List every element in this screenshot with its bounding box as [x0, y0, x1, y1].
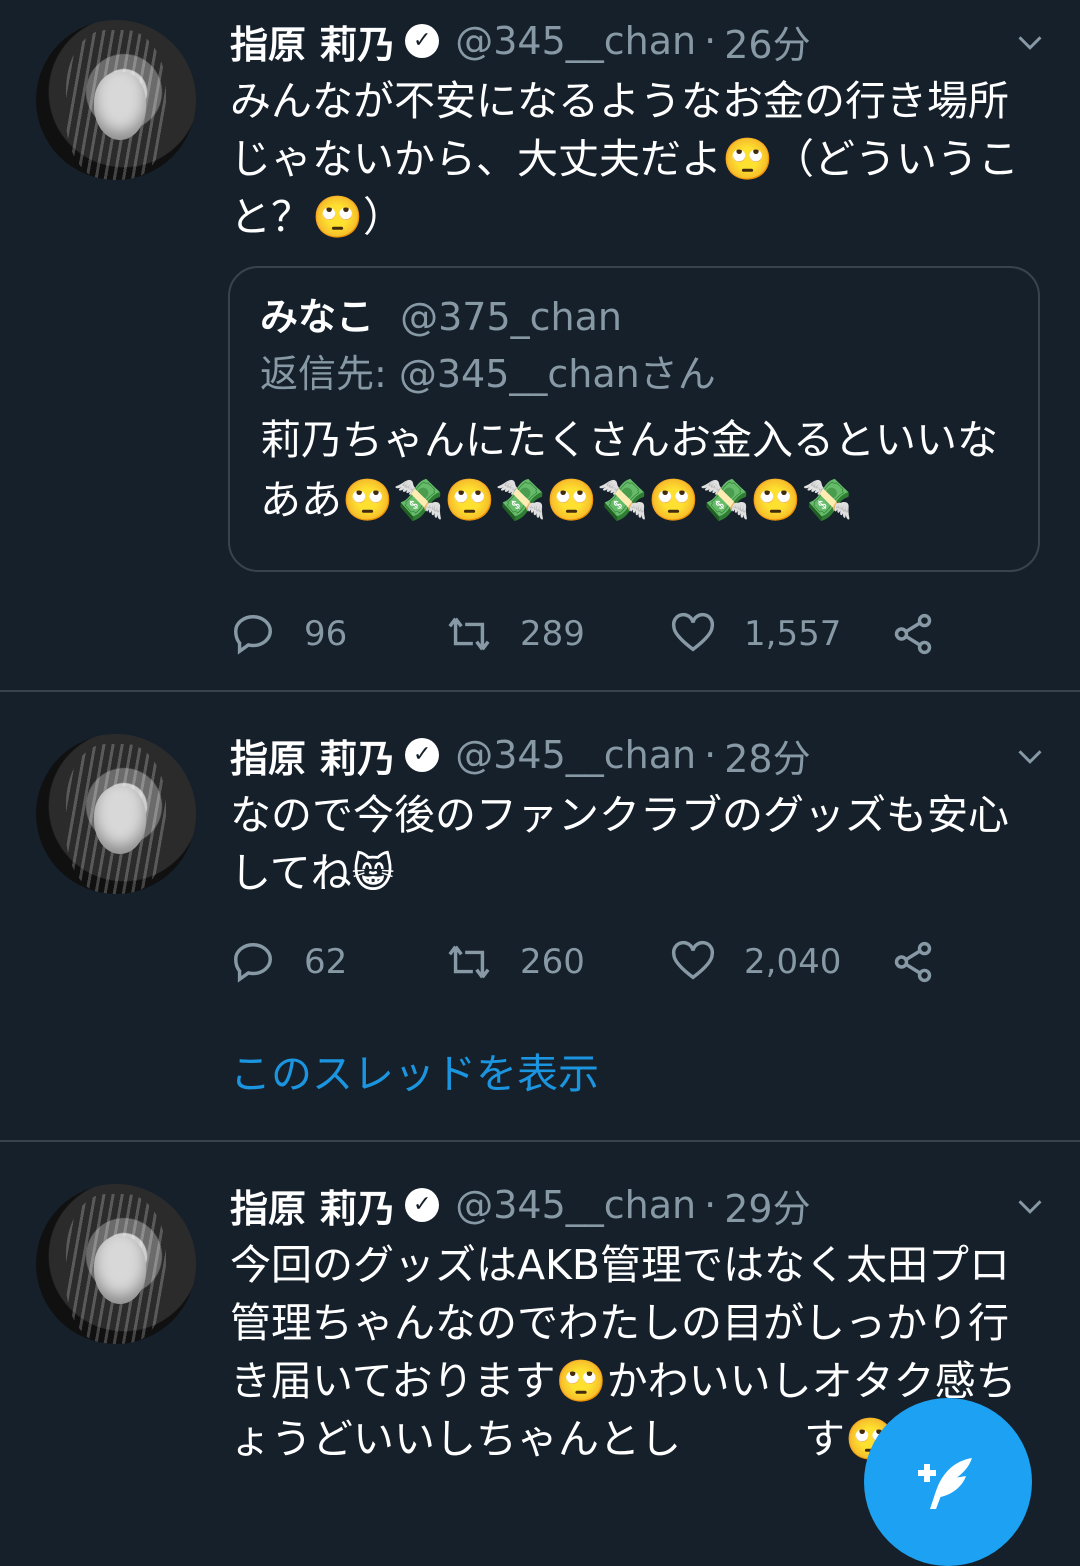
- show-thread-link[interactable]: このスレッドを表示: [230, 1040, 599, 1100]
- retweet-button[interactable]: 260: [446, 932, 585, 992]
- quote-author-name: みなこ: [260, 295, 375, 339]
- author-handle[interactable]: @345__chan: [455, 733, 696, 777]
- chevron-down-icon[interactable]: [1016, 28, 1044, 56]
- like-count: 1,557: [744, 614, 842, 654]
- like-button[interactable]: 2,040: [670, 932, 841, 992]
- avatar[interactable]: [36, 20, 196, 180]
- compose-tweet-button[interactable]: [864, 1398, 1032, 1566]
- separator-dot: ·: [704, 19, 717, 63]
- share-button[interactable]: [890, 932, 964, 992]
- chevron-down-icon[interactable]: [1016, 1192, 1044, 1220]
- verified-badge-icon: ✓: [405, 24, 440, 58]
- tweet-text: なので今後のファンクラブのグッズも安心してね😸: [230, 791, 1009, 897]
- share-button[interactable]: [890, 604, 964, 664]
- reply-button[interactable]: 96: [230, 604, 347, 664]
- heart-icon: [671, 612, 715, 652]
- quote-reply-to: 返信先: @345__chanさん: [260, 352, 716, 396]
- retweet-button[interactable]: 289: [446, 604, 585, 664]
- like-count: 2,040: [744, 942, 842, 982]
- author-name[interactable]: 指原 莉乃: [230, 728, 395, 783]
- tweet-actions: 96 289 1,557: [230, 604, 990, 664]
- author-name[interactable]: 指原 莉乃: [230, 14, 395, 69]
- tweet-text: みんなが不安になるようなお金の行き場所じゃないから、大丈夫だよ🙄（どういうこと？…: [230, 77, 1020, 241]
- compose-tweet-icon: [918, 1458, 972, 1509]
- reply-button[interactable]: 62: [230, 932, 347, 992]
- avatar[interactable]: [36, 1184, 196, 1344]
- share-icon: [894, 941, 932, 983]
- avatar[interactable]: [36, 734, 196, 894]
- tweet-actions: 62 260 2,040: [230, 932, 990, 992]
- like-button[interactable]: 1,557: [670, 604, 841, 664]
- tweet-time[interactable]: 29分: [724, 1178, 810, 1233]
- reply-icon: [234, 615, 272, 655]
- retweet-count: 260: [520, 942, 585, 982]
- verified-badge-icon: ✓: [405, 1188, 440, 1222]
- tweet-time[interactable]: 26分: [724, 14, 810, 69]
- tweet-time[interactable]: 28分: [724, 728, 810, 783]
- tweet-header: 指原 莉乃 ✓ @345__chan · 26分: [230, 14, 811, 69]
- author-handle[interactable]: @345__chan: [455, 1183, 696, 1227]
- retweet-icon: [448, 617, 490, 651]
- heart-icon: [671, 940, 715, 980]
- quote-text: 莉乃ちゃんにたくさんお金入るといいなああ🙄💸🙄💸🙄💸🙄💸🙄💸: [260, 416, 998, 524]
- share-icon: [894, 613, 932, 655]
- chevron-down-icon[interactable]: [1016, 742, 1044, 770]
- tweet-divider: [0, 690, 1080, 692]
- author-name[interactable]: 指原 莉乃: [230, 1178, 395, 1233]
- separator-dot: ·: [704, 1183, 717, 1227]
- separator-dot: ·: [704, 733, 717, 777]
- quoted-tweet[interactable]: みなこ @375_chan 返信先: @345__chanさん 莉乃ちゃんにたく…: [228, 266, 1040, 572]
- quote-header: みなこ @375_chan: [260, 290, 1008, 344]
- tweet-divider: [0, 1140, 1080, 1142]
- verified-badge-icon: ✓: [405, 738, 440, 772]
- retweet-icon: [448, 945, 490, 979]
- reply-icon: [234, 943, 272, 983]
- quote-author-handle: @375_chan: [400, 295, 622, 339]
- retweet-count: 289: [520, 614, 585, 654]
- tweet-header: 指原 莉乃 ✓ @345__chan · 28分: [230, 728, 811, 783]
- reply-count: 62: [304, 942, 348, 982]
- reply-count: 96: [304, 614, 348, 654]
- author-handle[interactable]: @345__chan: [455, 19, 696, 63]
- tweet-header: 指原 莉乃 ✓ @345__chan · 29分: [230, 1178, 811, 1233]
